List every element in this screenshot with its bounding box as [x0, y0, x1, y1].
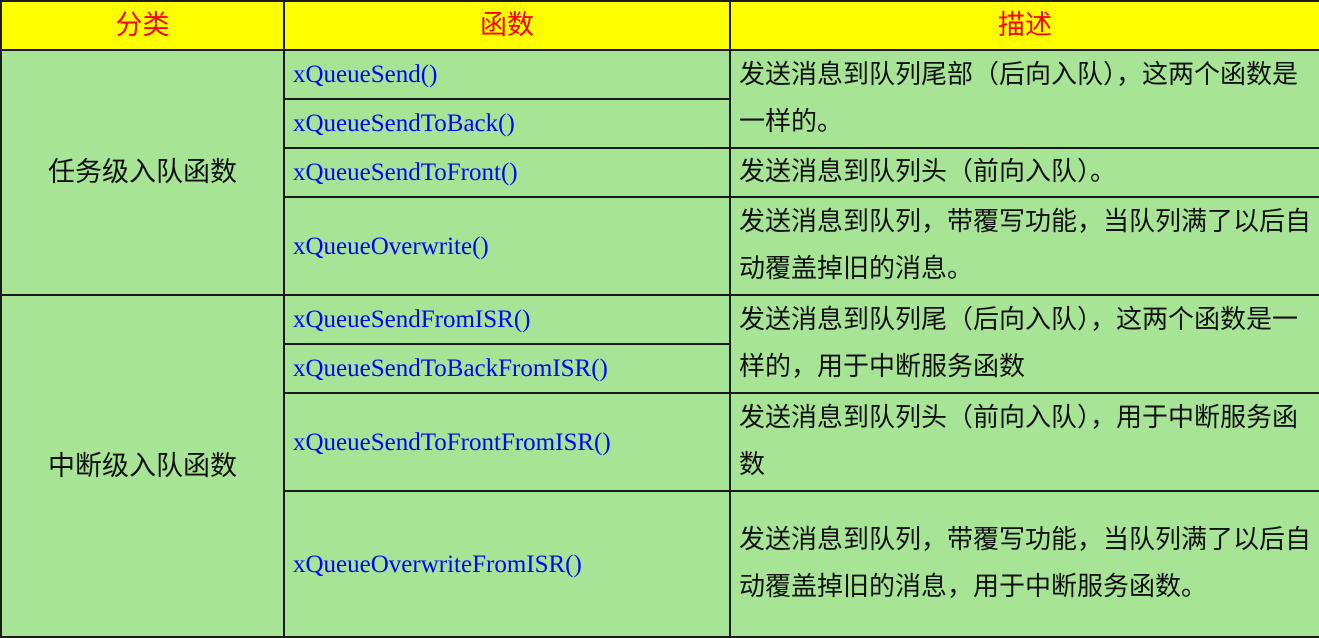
- function-cell: xQueueOverwriteFromISR(): [283, 490, 731, 638]
- function-cell: xQueueOverwrite(): [283, 196, 731, 296]
- function-cell: xQueueSendToBackFromISR(): [283, 343, 731, 394]
- function-cell: xQueueSendToFrontFromISR(): [283, 392, 731, 492]
- description-cell: 发送消息到队列头（前向入队）。: [729, 147, 1319, 198]
- header-category: 分类: [0, 0, 285, 51]
- header-description: 描述: [729, 0, 1319, 51]
- description-cell: 发送消息到队列，带覆写功能，当队列满了以后自动覆盖掉旧的消息，用于中断服务函数。: [729, 490, 1319, 638]
- function-cell: xQueueSendToBack(): [283, 98, 731, 149]
- header-function: 函数: [283, 0, 731, 51]
- category-cell-task: 任务级入队函数: [0, 49, 285, 296]
- description-cell: 发送消息到队列，带覆写功能，当队列满了以后自动覆盖掉旧的消息。: [729, 196, 1319, 296]
- table-row: 任务级入队函数 xQueueSend() 发送消息到队列尾部（后向入队），这两个…: [0, 49, 1319, 296]
- table-header-row: 分类 函数 描述: [0, 0, 1319, 51]
- function-cell: xQueueSendToFront(): [283, 147, 731, 198]
- description-cell: 发送消息到队列头（前向入队），用于中断服务函数: [729, 392, 1319, 492]
- queue-functions-table: 分类 函数 描述 任务级入队函数 xQueueSend() 发送消息到队列尾部（…: [0, 0, 1319, 638]
- table-row: 中断级入队函数 xQueueSendFromISR() 发送消息到队列尾（后向入…: [0, 294, 1319, 638]
- function-cell: xQueueSendFromISR(): [283, 294, 731, 345]
- description-cell: 发送消息到队列尾（后向入队），这两个函数是一样的，用于中断服务函数: [729, 294, 1319, 394]
- category-cell-isr: 中断级入队函数: [0, 294, 285, 638]
- function-cell: xQueueSend(): [283, 49, 731, 100]
- description-cell: 发送消息到队列尾部（后向入队），这两个函数是一样的。: [729, 49, 1319, 149]
